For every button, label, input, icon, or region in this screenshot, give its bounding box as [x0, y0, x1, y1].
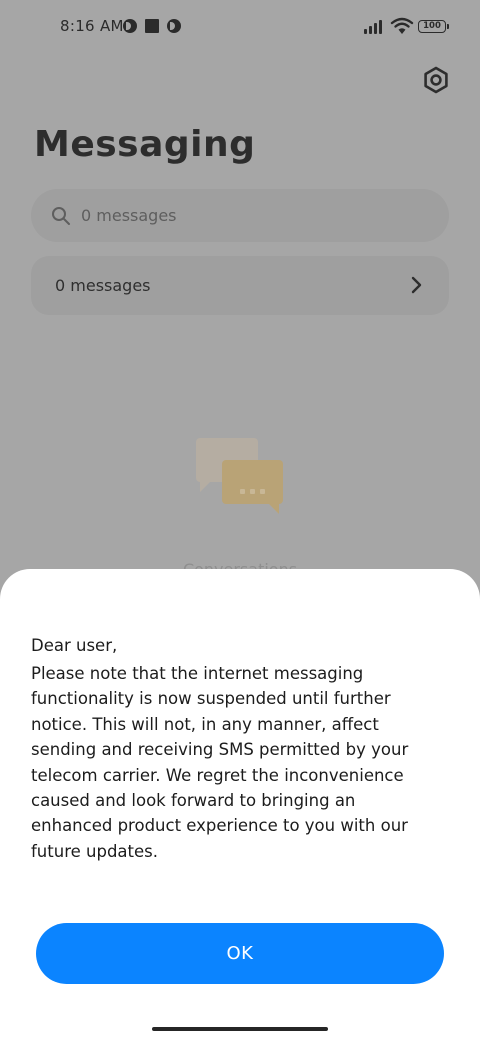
- search-icon: [52, 207, 70, 225]
- dialog-message: Please note that the internet messaging …: [31, 664, 409, 861]
- chat-bubbles-icon: [196, 438, 286, 516]
- notification-icon: [123, 19, 137, 33]
- battery-icon: 100: [418, 20, 449, 33]
- wifi-icon: [390, 17, 414, 34]
- status-time: 8:16 AM: [60, 17, 124, 35]
- app-square-icon: [145, 19, 159, 33]
- home-indicator[interactable]: [152, 1027, 328, 1031]
- signal-icon: [364, 18, 386, 34]
- notification-icon: [167, 19, 181, 33]
- search-placeholder: 0 messages: [81, 206, 177, 225]
- search-input[interactable]: 0 messages: [31, 189, 449, 242]
- ok-button[interactable]: OK: [36, 923, 444, 984]
- settings-icon[interactable]: [420, 64, 452, 96]
- notice-dialog: Dear user, Please note that the internet…: [0, 569, 480, 1040]
- conversation-row-label: 0 messages: [55, 276, 151, 295]
- dialog-greeting: Dear user,: [31, 636, 118, 655]
- page-title: Messaging: [34, 124, 256, 165]
- chevron-right-icon: [411, 276, 422, 294]
- conversation-row[interactable]: 0 messages: [31, 256, 449, 315]
- status-bar: 8:16 AM 100: [0, 0, 480, 56]
